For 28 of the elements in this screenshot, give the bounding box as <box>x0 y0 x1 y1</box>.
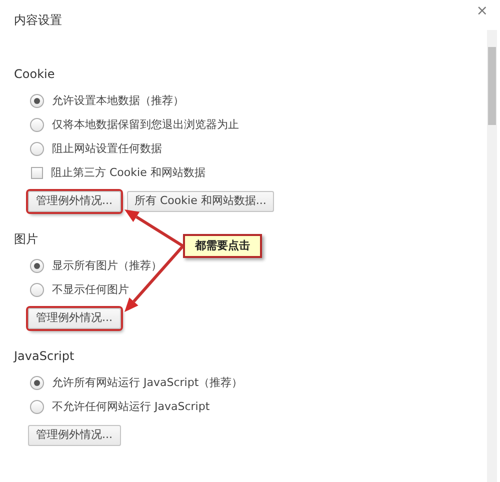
radio-button[interactable] <box>30 400 44 414</box>
radio-button[interactable] <box>30 283 44 297</box>
option-label: 不显示任何图片 <box>52 282 129 298</box>
option-label: 允许所有网站运行 JavaScript（推荐） <box>52 374 243 391</box>
radio-button[interactable] <box>30 259 44 273</box>
radio-button[interactable] <box>30 142 44 156</box>
radio-button[interactable] <box>30 118 44 132</box>
option-label: 显示所有图片（推荐） <box>52 258 162 274</box>
callout-label: 都需要点击 <box>183 234 262 258</box>
close-button[interactable]: × <box>474 2 490 20</box>
radio-button[interactable] <box>30 376 44 390</box>
action-button[interactable]: 管理例外情况... <box>28 191 120 212</box>
section-heading: Cookie <box>14 66 55 83</box>
action-button[interactable]: 所有 Cookie 和网站数据... <box>126 191 274 212</box>
scrollbar-thumb[interactable] <box>488 47 496 125</box>
section-heading: JavaScript <box>14 348 74 365</box>
dialog-title: 内容设置 <box>14 12 62 29</box>
section-heading: 图片 <box>14 231 38 248</box>
checkbox[interactable] <box>31 167 43 179</box>
option-label: 允许设置本地数据（推荐） <box>52 92 184 109</box>
action-button[interactable]: 管理例外情况... <box>28 308 120 329</box>
option-label: 阻止第三方 Cookie 和网站数据 <box>51 164 206 181</box>
option-label: 不允许任何网站运行 JavaScript <box>52 398 210 415</box>
scrollbar[interactable] <box>487 30 497 482</box>
action-button[interactable]: 管理例外情况... <box>28 425 120 446</box>
option-label: 仅将本地数据保留到您退出浏览器为止 <box>52 116 239 133</box>
option-label: 阻止网站设置任何数据 <box>52 140 162 157</box>
radio-button[interactable] <box>30 94 44 108</box>
